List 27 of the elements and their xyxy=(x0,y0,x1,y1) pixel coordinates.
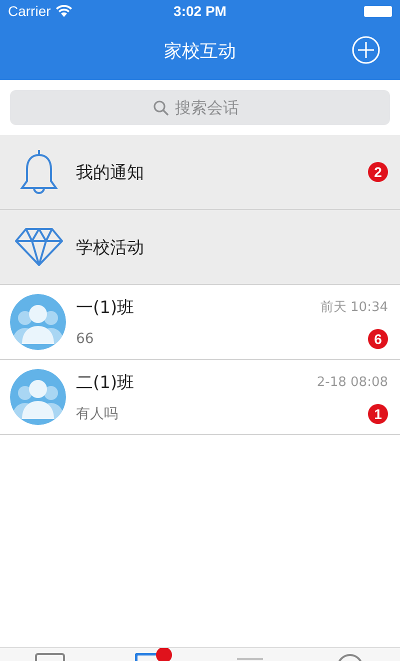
unread-badge: 6 xyxy=(368,328,388,348)
entry-label: 我的通知 xyxy=(76,162,145,184)
conversation-row[interactable]: 二(1)班 2-18 08:08 有人吗 1 xyxy=(0,360,400,435)
add-icon[interactable] xyxy=(352,36,380,64)
bell-icon xyxy=(19,147,59,197)
search-icon xyxy=(153,100,169,116)
menu-entry[interactable]: 我的通知 2 xyxy=(0,135,400,210)
diamond-icon xyxy=(14,227,64,267)
message-preview: 有人吗 xyxy=(76,404,118,422)
message-preview: 66 xyxy=(76,330,94,346)
carrier-name: Carrier xyxy=(8,3,51,19)
status-time: 3:02 PM xyxy=(174,3,226,19)
group-avatar xyxy=(10,294,66,350)
wifi-icon xyxy=(56,5,72,17)
nav-title: 家校互动 xyxy=(164,40,236,63)
entry-label: 学校活动 xyxy=(76,236,145,258)
search-field[interactable]: 搜索会话 xyxy=(175,98,247,117)
message-time: 2-18 08:08 xyxy=(316,374,388,390)
menu-entry[interactable]: 学校活动 xyxy=(0,210,400,285)
conversation-row[interactable]: 一(1)班 前天 10:34 66 6 xyxy=(0,285,400,360)
battery-icon xyxy=(364,6,392,16)
conversation-name: 二(1)班 xyxy=(76,372,134,394)
message-time: 前天 10:34 xyxy=(320,299,388,316)
conversation-name: 一(1)班 xyxy=(76,296,134,318)
group-avatar xyxy=(10,369,66,425)
unread-badge: 1 xyxy=(368,404,388,424)
unread-badge: 2 xyxy=(368,162,388,182)
